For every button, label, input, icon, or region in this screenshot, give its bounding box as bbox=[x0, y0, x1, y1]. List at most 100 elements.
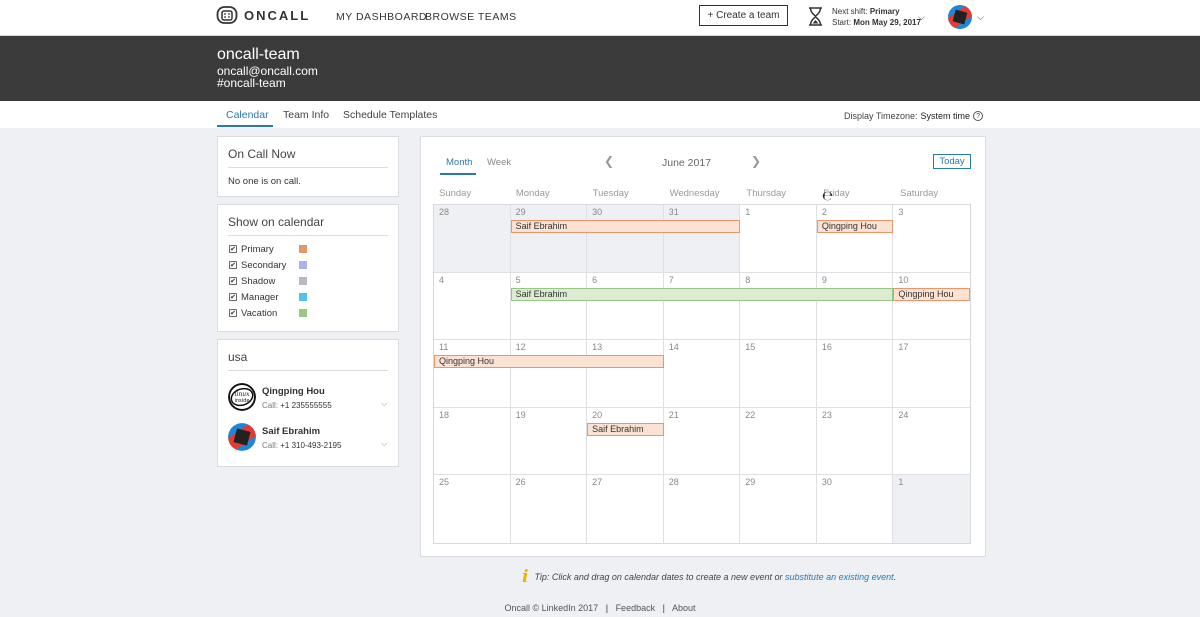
day-cell[interactable]: 30 bbox=[817, 475, 894, 543]
day-cell[interactable]: 11 bbox=[434, 340, 511, 408]
nav-my-dashboard[interactable]: MY DASHBOARD bbox=[336, 11, 427, 23]
expand-chevron-down-icon[interactable]: ⌵ bbox=[381, 439, 387, 449]
calendar-event-vacation[interactable]: Saif Ebrahim bbox=[510, 287, 894, 301]
chevron-right-icon[interactable]: ❯ bbox=[751, 154, 761, 168]
divider bbox=[228, 167, 388, 168]
next-shift-info: Next shift: Primary Start: Mon May 29, 2… bbox=[832, 6, 921, 28]
filter-label: Manager bbox=[241, 291, 279, 303]
day-cell[interactable]: 9 bbox=[816, 272, 894, 341]
day-cell[interactable]: 27 bbox=[587, 475, 664, 543]
filter-shadow[interactable]: ✔ Shadow bbox=[229, 275, 319, 287]
filter-label: Secondary bbox=[241, 259, 287, 271]
day-name-sunday: Sunday bbox=[439, 188, 472, 199]
checkbox[interactable]: ✔ bbox=[229, 293, 237, 301]
day-cell[interactable]: 23 bbox=[816, 407, 894, 476]
filter-manager[interactable]: ✔ Manager bbox=[229, 291, 319, 303]
checkbox[interactable]: ✔ bbox=[229, 261, 237, 269]
day-cell[interactable]: 7 bbox=[663, 272, 741, 341]
create-team-button[interactable]: + Create a team bbox=[699, 5, 788, 26]
calendar-month-grid[interactable]: 28 29 30 31 1 2 3 4 5 6 7 8 9 10 11 12 13 14 15 16 17 18 19 20 2… bbox=[433, 204, 971, 544]
oncall-now-card: On Call Now No one is on call. bbox=[217, 136, 399, 197]
day-number: 17 bbox=[898, 342, 909, 353]
day-cell[interactable]: 12 bbox=[510, 340, 588, 408]
roster-title: usa bbox=[228, 350, 248, 364]
tab-schedule-templates[interactable]: Schedule Templates bbox=[343, 109, 437, 121]
day-cell[interactable]: 24 bbox=[893, 408, 970, 476]
next-shift-role: Primary bbox=[869, 7, 900, 16]
calendar-event-primary[interactable]: Qingping Hou bbox=[893, 287, 970, 301]
checkbox[interactable]: ✔ bbox=[229, 277, 237, 285]
day-cell[interactable]: 10 bbox=[893, 273, 970, 341]
day-cell[interactable]: 28 bbox=[664, 475, 741, 543]
expand-chevron-down-icon[interactable]: ⌵ bbox=[381, 399, 387, 409]
checkbox[interactable]: ✔ bbox=[229, 309, 237, 317]
day-number: 23 bbox=[821, 409, 832, 420]
day-cell[interactable]: 26 bbox=[511, 475, 588, 543]
day-number: 27 bbox=[592, 477, 603, 488]
text-cursor-icon: ℮ bbox=[822, 189, 834, 204]
color-swatch bbox=[299, 277, 307, 285]
tip-bar: i Tip: Click and drag on calendar dates … bbox=[522, 567, 897, 587]
hourglass-icon bbox=[809, 7, 822, 26]
day-number: 8 bbox=[745, 274, 751, 285]
filter-vacation[interactable]: ✔ Vacation bbox=[229, 307, 319, 319]
day-cell[interactable]: 5 bbox=[510, 272, 588, 341]
day-cell[interactable]: 15 bbox=[740, 340, 817, 408]
day-number: 29 bbox=[515, 207, 526, 217]
day-cell[interactable]: 2 bbox=[816, 205, 894, 273]
nav-browse-teams[interactable]: BROWSE TEAMS bbox=[425, 11, 517, 23]
day-cell[interactable]: 13 bbox=[587, 340, 664, 408]
divider bbox=[228, 370, 388, 371]
day-cell[interactable]: 8 bbox=[740, 272, 817, 341]
day-cell[interactable]: 17 bbox=[893, 340, 970, 408]
footer-feedback-link[interactable]: Feedback bbox=[616, 603, 656, 613]
day-cell[interactable]: 21 bbox=[663, 407, 741, 476]
calendar-event-primary[interactable]: Qingping Hou bbox=[816, 220, 894, 233]
tab-team-info[interactable]: Team Info bbox=[283, 109, 329, 121]
day-cell[interactable]: 14 bbox=[663, 340, 741, 408]
day-cell[interactable]: 18 bbox=[434, 407, 511, 476]
calendar-event-primary[interactable]: Saif Ebrahim bbox=[587, 422, 664, 436]
roster-member[interactable]: Saif Ebrahim Call: +1 310-493-2195 ⌵ bbox=[228, 423, 393, 457]
oncall-logo[interactable]: ONCALL bbox=[216, 5, 310, 25]
filter-secondary[interactable]: ✔ Secondary bbox=[229, 259, 319, 271]
tab-calendar[interactable]: Calendar bbox=[226, 109, 269, 121]
day-cell[interactable]: 28 bbox=[434, 205, 511, 273]
day-number: 4 bbox=[439, 274, 445, 285]
day-cell[interactable]: 16 bbox=[816, 340, 894, 408]
day-cell[interactable]: 1 bbox=[740, 205, 817, 273]
checkbox[interactable]: ✔ bbox=[229, 245, 237, 253]
calendar-event-primary[interactable]: Saif Ebrahim bbox=[510, 220, 741, 233]
filter-label: Primary bbox=[241, 243, 274, 255]
day-cell[interactable]: 29 bbox=[510, 205, 588, 273]
next-shift-chevron-down-icon[interactable]: ⌵ bbox=[918, 12, 925, 23]
svg-text:inside: inside bbox=[235, 398, 250, 404]
day-cell[interactable]: 3 bbox=[893, 205, 970, 273]
user-menu-chevron-down-icon[interactable]: ⌵ bbox=[977, 12, 984, 23]
roster-card: usa linux inside Qingping Hou Call: +1 2… bbox=[217, 339, 399, 467]
day-cell[interactable]: 22 bbox=[740, 407, 817, 476]
filter-primary[interactable]: ✔ Primary bbox=[229, 243, 319, 255]
user-avatar[interactable] bbox=[948, 5, 972, 34]
day-cell[interactable]: 29 bbox=[740, 475, 817, 543]
help-icon[interactable]: ? bbox=[973, 111, 984, 121]
day-cell[interactable]: 20 bbox=[587, 407, 664, 476]
footer-about-link[interactable]: About bbox=[672, 603, 696, 613]
day-cell[interactable]: 19 bbox=[510, 407, 588, 476]
day-cell[interactable]: 1 bbox=[893, 475, 970, 543]
view-tab-week[interactable]: Week bbox=[487, 157, 511, 168]
chevron-left-icon[interactable]: ❮ bbox=[604, 154, 614, 168]
day-cell[interactable]: 6 bbox=[587, 272, 664, 341]
day-cell[interactable]: 25 bbox=[434, 475, 511, 543]
today-button[interactable]: Today bbox=[933, 154, 971, 169]
substitute-event-link[interactable]: substitute an existing event bbox=[785, 572, 894, 582]
day-name-thursday: Thursday bbox=[746, 188, 787, 199]
day-number: 30 bbox=[592, 207, 603, 217]
view-tab-month[interactable]: Month bbox=[446, 157, 472, 168]
day-cell[interactable]: 31 bbox=[663, 205, 741, 273]
svg-text:linux: linux bbox=[235, 391, 251, 398]
calendar-event-primary[interactable]: Qingping Hou bbox=[434, 355, 664, 369]
day-cell[interactable]: 4 bbox=[434, 272, 511, 341]
roster-member[interactable]: linux inside Qingping Hou Call: +1 23555… bbox=[228, 383, 393, 417]
day-cell[interactable]: 30 bbox=[587, 205, 664, 273]
